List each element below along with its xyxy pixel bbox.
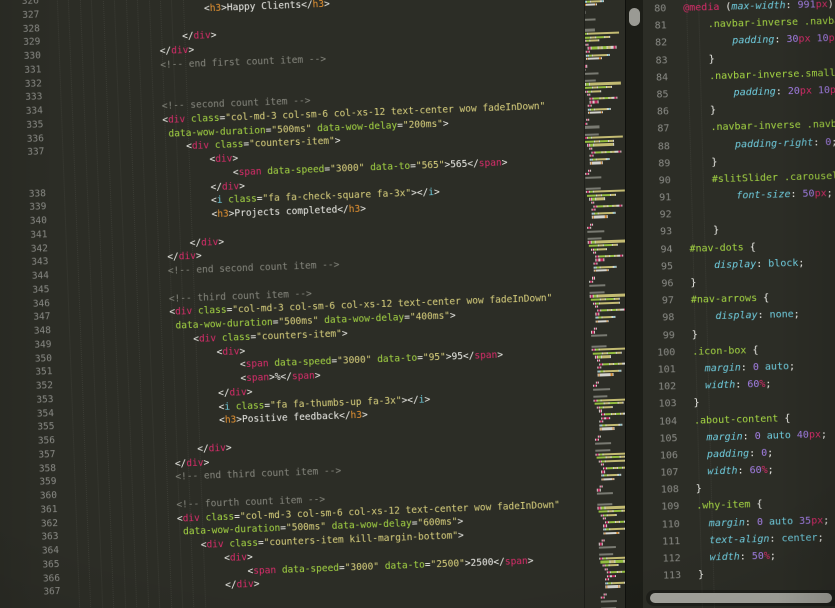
line-number: 111 (649, 533, 685, 551)
code-line-text (53, 227, 63, 241)
code-line-text: } (678, 275, 696, 293)
line-number: 92 (643, 206, 677, 224)
line-number: 367 (10, 585, 66, 601)
html-code-rows: 326 <i class="fa fa-user fa-3x"></i>327 … (0, 0, 584, 601)
line-number: 104 (646, 413, 682, 431)
code-line-text: display: none; (679, 306, 800, 326)
code-line-text: } (680, 326, 698, 344)
code-line-text (676, 206, 688, 223)
code-line-text (63, 488, 73, 502)
line-number: 102 (645, 378, 681, 396)
css-code-area[interactable]: 80@media (max-width: 991px) {81 .navbar-… (643, 0, 835, 608)
code-line-text: width: 60%; (683, 462, 774, 482)
line-number: 98 (643, 309, 679, 327)
code-line-text: #nav-dots { (677, 239, 756, 258)
code-line-text: } (674, 102, 717, 120)
html-editor-pane[interactable]: 326 <i class="fa fa-user fa-3x"></i>327 … (0, 0, 584, 608)
code-editor-window: 326 <i class="fa fa-user fa-3x"></i>327 … (0, 0, 835, 608)
line-number: 94 (643, 241, 678, 259)
code-line-text: display: block; (678, 255, 805, 275)
code-line-text: } (681, 395, 699, 413)
line-number: 110 (649, 516, 685, 534)
code-line-text (48, 90, 58, 104)
line-number: 108 (648, 481, 684, 499)
code-line-text: width: 50%; (685, 548, 776, 568)
code-line-text (48, 76, 58, 90)
line-number: 100 (644, 344, 680, 362)
line-number: 89 (643, 155, 676, 173)
code-line-text: } (684, 481, 702, 499)
code-line-text: } (686, 567, 704, 585)
line-number: 91 (643, 189, 676, 207)
code-line-text: text-align: center; (685, 529, 824, 550)
minimap-content (584, 0, 626, 608)
pane-divider (625, 0, 645, 608)
vertical-scrollbar-thumb[interactable] (629, 8, 640, 26)
code-line-text: margin: 0 auto; (680, 358, 795, 378)
code-line-text (46, 21, 56, 35)
code-line-text: width: 60%; (681, 376, 772, 396)
line-number: 80 (643, 0, 671, 18)
line-number: 88 (643, 138, 675, 156)
code-line-text: } (677, 222, 720, 240)
line-number: 106 (647, 447, 683, 465)
line-number: 112 (649, 550, 685, 568)
line-number: 87 (643, 120, 675, 138)
line-number: 107 (647, 464, 683, 482)
line-number: 109 (648, 498, 684, 516)
line-number: 103 (645, 395, 681, 413)
line-number: 97 (643, 292, 679, 310)
css-editor-pane[interactable]: 80@media (max-width: 991px) {81 .navbar-… (643, 0, 835, 608)
line-number: 99 (644, 327, 680, 345)
line-number: 84 (643, 69, 673, 87)
line-number: 95 (643, 258, 678, 276)
line-number: 83 (643, 52, 673, 70)
html-code-area[interactable]: 326 <i class="fa fa-user fa-3x"></i>327 … (0, 0, 584, 608)
line-number: 85 (643, 86, 674, 104)
code-line-text (55, 282, 65, 296)
line-number: 113 (650, 567, 686, 585)
horizontal-scrollbar-thumb[interactable] (650, 593, 832, 603)
code-line-text: .icon-box { (680, 342, 759, 361)
code-line-text: } (675, 154, 718, 172)
minimap[interactable] (584, 0, 626, 608)
line-number: 96 (643, 275, 679, 293)
code-line-text (61, 433, 71, 447)
line-number: 93 (643, 224, 677, 242)
line-number: 101 (644, 361, 680, 379)
line-number: 81 (643, 17, 672, 35)
line-number: 82 (643, 35, 672, 53)
code-line-text: .why-item { (684, 496, 763, 515)
line-number: 105 (646, 430, 682, 448)
line-number: 90 (643, 172, 676, 190)
minimap-rows (584, 0, 626, 608)
css-code-rows: 80@media (max-width: 991px) {81 .navbar-… (643, 0, 835, 585)
horizontal-scrollbar-track[interactable] (646, 590, 835, 606)
line-number: 86 (643, 103, 674, 121)
code-line-text: } (672, 51, 715, 69)
